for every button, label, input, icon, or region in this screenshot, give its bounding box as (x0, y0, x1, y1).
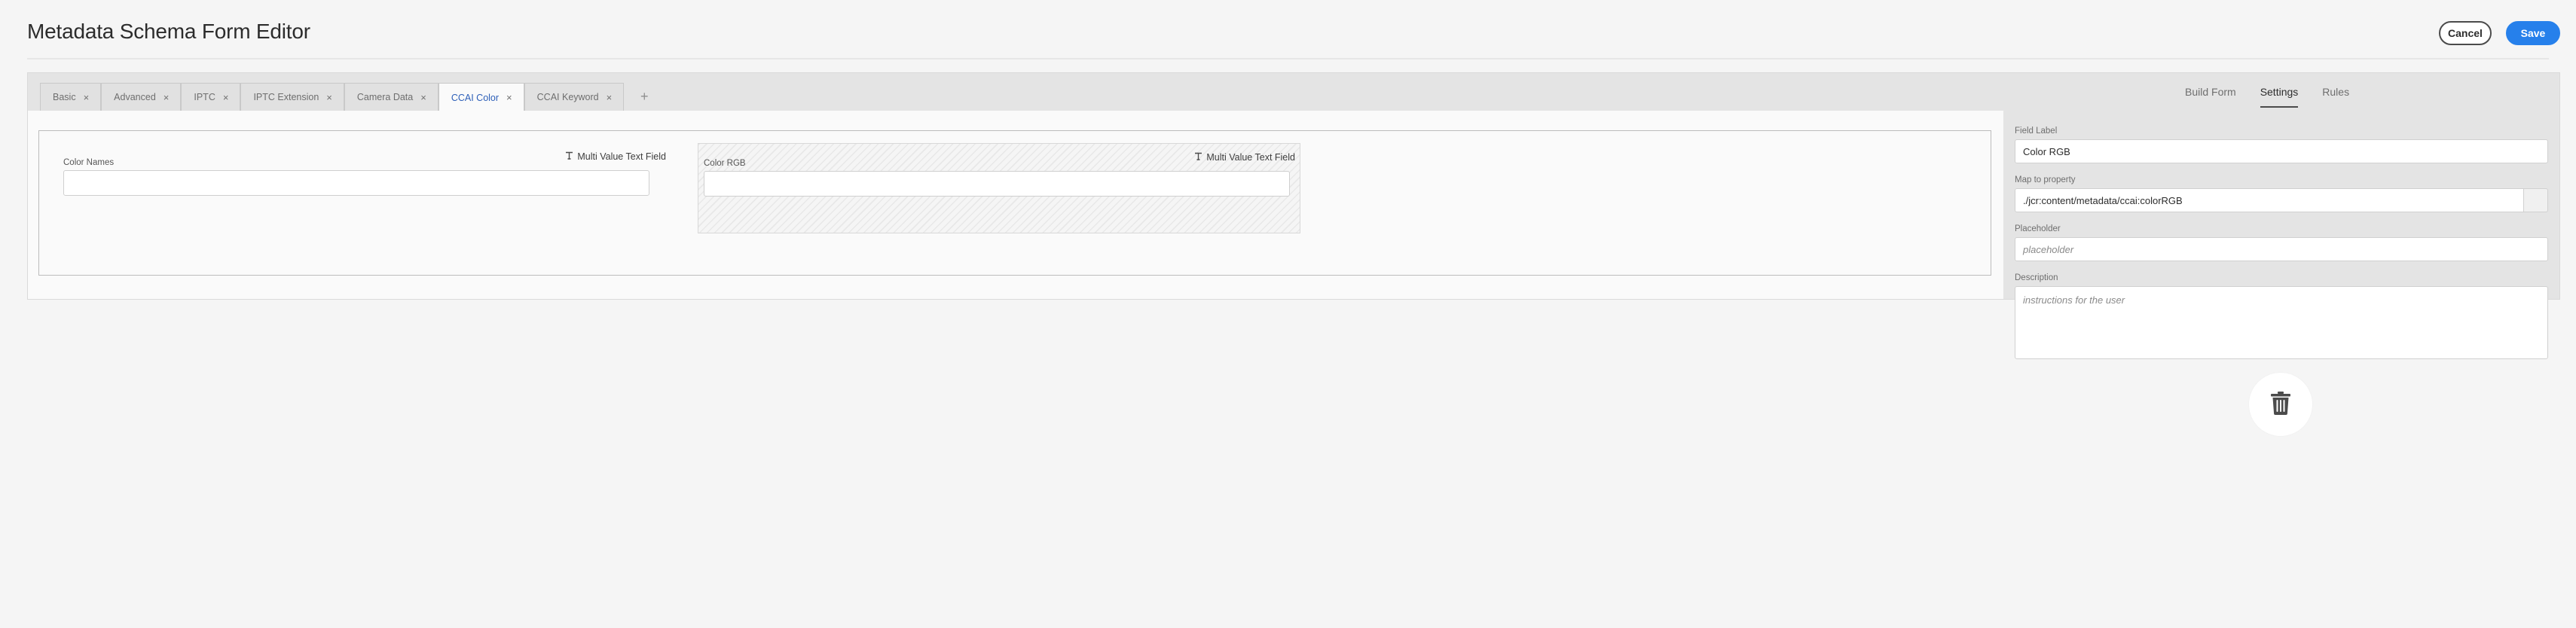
field-type-label: Multi Value Text Field (577, 151, 666, 162)
tab-build-form[interactable]: Build Form (2185, 86, 2236, 108)
description-label: Description (2015, 273, 2058, 282)
close-icon[interactable]: × (326, 92, 332, 103)
tab-iptc[interactable]: IPTC × (181, 83, 241, 111)
map-to-property-row: ./jcr:content/metadata/ccai:colorRGB (2015, 188, 2548, 212)
tab-label: IPTC Extension (253, 92, 319, 102)
settings-panel: Field Label Color RGB Map to property ./… (2015, 127, 2548, 359)
tab-label: CCAI Keyword (536, 92, 599, 102)
tab-ccai-keyword[interactable]: CCAI Keyword × (524, 83, 625, 111)
field-label-input[interactable]: Color RGB (2015, 139, 2548, 163)
tab-settings[interactable]: Settings (2260, 86, 2299, 108)
field-type: Multi Value Text Field (565, 151, 666, 162)
close-icon[interactable]: × (607, 92, 613, 103)
delete-field-button[interactable] (2249, 373, 2312, 436)
save-button[interactable]: Save (2506, 21, 2560, 45)
field-card-color-names[interactable]: Multi Value Text Field Color Names (63, 143, 666, 233)
tab-ccai-color[interactable]: CCAI Color × (438, 83, 524, 111)
field-card-color-rgb[interactable]: Multi Value Text Field Color RGB (698, 143, 1300, 233)
field-label-label: Field Label (2015, 127, 2058, 136)
tab-strip: Basic × Advanced × IPTC × IPTC Extension… (40, 83, 665, 111)
tab-label: IPTC (194, 92, 215, 102)
field-label: Color Names (63, 158, 115, 167)
close-icon[interactable]: × (223, 92, 229, 103)
tab-basic[interactable]: Basic × (40, 83, 102, 111)
field-type-label: Multi Value Text Field (1206, 151, 1295, 163)
tab-camera-data[interactable]: Camera Data × (344, 83, 439, 111)
tab-label: Advanced (114, 92, 156, 102)
close-icon[interactable]: × (420, 92, 426, 103)
tab-label: Camera Data (356, 92, 414, 102)
placeholder-input[interactable]: placeholder (2015, 237, 2548, 261)
field-preview-input (704, 171, 1290, 197)
close-icon[interactable]: × (84, 92, 90, 103)
close-icon[interactable]: × (506, 92, 512, 103)
property-picker-button[interactable] (2524, 188, 2548, 212)
map-to-property-input[interactable]: ./jcr:content/metadata/ccai:colorRGB (2015, 188, 2524, 212)
field-preview-input (63, 170, 649, 196)
trash-icon (2270, 391, 2291, 419)
tab-rules[interactable]: Rules (2322, 86, 2349, 108)
cancel-button[interactable]: Cancel (2439, 21, 2492, 45)
description-textarea[interactable]: instructions for the user (2015, 286, 2548, 359)
tab-advanced[interactable]: Advanced × (101, 83, 182, 111)
add-tab-button[interactable]: + (624, 83, 665, 111)
field-label: Color RGB (704, 159, 746, 168)
text-field-icon (565, 151, 573, 162)
map-to-property-label: Map to property (2015, 175, 2076, 184)
text-field-icon (1194, 151, 1202, 163)
config-tabs: Build Form Settings Rules (2185, 86, 2373, 108)
header-divider (27, 58, 2549, 59)
close-icon[interactable]: × (163, 92, 170, 103)
tab-label: CCAI Color (451, 92, 500, 103)
form-drop-area[interactable]: Multi Value Text Field Color Names Multi… (38, 130, 1991, 276)
form-canvas: Multi Value Text Field Color Names Multi… (28, 111, 2003, 299)
tab-iptc-extension[interactable]: IPTC Extension × (240, 83, 344, 111)
field-type: Multi Value Text Field (1194, 151, 1295, 163)
page-title: Metadata Schema Form Editor (27, 20, 310, 43)
tab-label: Basic (53, 92, 76, 102)
placeholder-label: Placeholder (2015, 224, 2061, 233)
